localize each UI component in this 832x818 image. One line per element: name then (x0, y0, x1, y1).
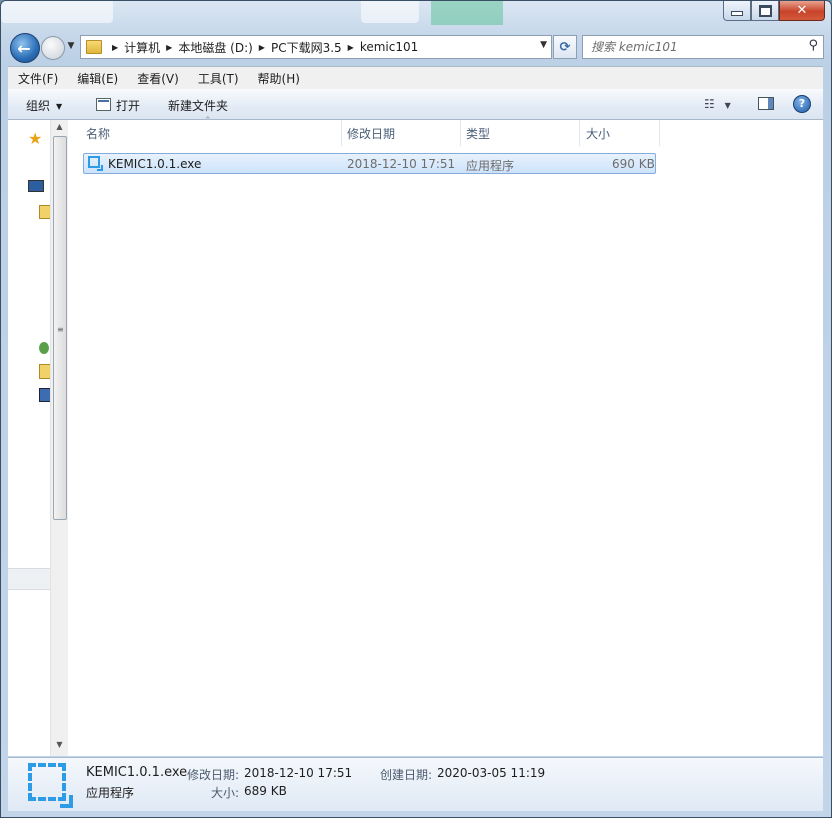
recent-locations-button[interactable]: ▼ (65, 39, 77, 53)
breadcrumb-pc-download[interactable]: PC下载网3.5 (271, 39, 342, 56)
breadcrumb-separator[interactable]: ▶ (259, 43, 265, 52)
maximize-button[interactable] (751, 1, 779, 21)
details-pane: KEMIC1.0.1.exe 应用程序 修改日期: 2018-12-10 17:… (8, 757, 823, 811)
open-button[interactable]: 打开 (96, 97, 140, 114)
file-row[interactable]: KEMIC1.0.1.exe 2018-12-10 17:51 应用程序 690… (83, 153, 656, 174)
scrollbar-thumb[interactable]: ≡ (53, 136, 67, 520)
preview-pane-icon[interactable] (758, 97, 774, 110)
breadcrumb-separator[interactable]: ▶ (348, 43, 354, 52)
open-icon (96, 98, 111, 111)
homegroup-icon[interactable] (39, 342, 49, 354)
help-icon[interactable]: ? (793, 95, 811, 113)
file-modified: 2018-12-10 17:51 (347, 157, 456, 171)
background-window-ghost (431, 1, 503, 25)
address-bar[interactable]: ▶ 计算机 ▶ 本地磁盘 (D:) ▶ PC下载网3.5 ▶ kemic101 … (80, 35, 552, 59)
details-modified-value: 2018-12-10 17:51 (244, 766, 353, 780)
exe-icon (28, 763, 73, 808)
address-dropdown-icon[interactable]: ▼ (540, 40, 547, 50)
exe-icon (88, 156, 103, 171)
search-box[interactable]: ⚲ (582, 35, 824, 59)
organize-label: 组织 (26, 99, 51, 113)
column-header-size[interactable]: 大小 (580, 120, 660, 146)
navigation-pane: ★ (8, 120, 51, 756)
search-input[interactable] (589, 36, 798, 58)
details-created-value: 2020-03-05 11:19 (437, 766, 546, 780)
scroll-up-icon[interactable]: ▲ (51, 122, 68, 136)
minimize-button[interactable] (723, 1, 751, 21)
menu-view[interactable]: 查看(V) (126, 70, 187, 87)
details-created-label: 创建日期: (380, 768, 433, 782)
back-icon: ← (17, 38, 31, 58)
search-icon[interactable]: ⚲ (808, 38, 818, 53)
file-size: 690 KB (612, 157, 655, 171)
organize-button[interactable]: 组织 ▼ (26, 97, 62, 114)
breadcrumb-computer[interactable]: 计算机 (124, 39, 160, 56)
back-button[interactable]: ← (10, 33, 40, 63)
menu-help[interactable]: 帮助(H) (247, 70, 308, 87)
views-icon[interactable]: ☷ ▼ (704, 97, 734, 111)
column-header-name[interactable]: 名称 (80, 120, 342, 146)
explorer-window: ✕ ← ▼ ▶ 计算机 ▶ 本地磁盘 (D:) ▶ PC下载网3.5 ▶ kem… (0, 0, 832, 818)
background-window-ghost (361, 1, 419, 23)
details-modified-label: 修改日期: (187, 768, 240, 782)
close-icon: ✕ (796, 3, 808, 18)
menu-edit[interactable]: 编辑(E) (66, 70, 126, 87)
refresh-icon: ⟳ (559, 39, 571, 55)
file-name: KEMIC1.0.1.exe (108, 157, 202, 171)
file-list-pane: ⌃ 名称 修改日期 类型 大小 KEMIC1.0.1.exe 2018-12-1… (68, 116, 823, 756)
details-size-value: 689 KB (244, 784, 287, 798)
file-type: 应用程序 (466, 159, 515, 173)
details-file-type: 应用程序 (86, 786, 135, 800)
menu-tools[interactable]: 工具(T) (187, 70, 247, 87)
navigation-bar: ← ▼ ▶ 计算机 ▶ 本地磁盘 (D:) ▶ PC下载网3.5 ▶ kemic… (1, 31, 831, 63)
column-header-modified[interactable]: 修改日期 (341, 120, 461, 146)
breadcrumb-separator[interactable]: ▶ (112, 43, 118, 52)
column-header-row: ⌃ 名称 修改日期 类型 大小 (68, 116, 668, 146)
grip-icon: ≡ (57, 325, 64, 334)
breadcrumb-separator[interactable]: ▶ (166, 43, 172, 52)
breadcrumb-local-disk[interactable]: 本地磁盘 (D:) (178, 39, 252, 56)
details-size-label: 大小: (211, 786, 240, 800)
maximize-icon (758, 4, 772, 17)
breadcrumb-current-folder[interactable]: kemic101 (360, 40, 418, 54)
new-folder-button[interactable]: 新建文件夹 (168, 97, 228, 114)
menu-bar: 文件(F) 编辑(E) 查看(V) 工具(T) 帮助(H) (8, 66, 823, 89)
close-button[interactable]: ✕ (779, 1, 825, 21)
title-bar[interactable]: ✕ (1, 1, 831, 27)
minimize-icon (731, 11, 743, 16)
chevron-down-icon: ▼ (56, 102, 63, 111)
details-file-name: KEMIC1.0.1.exe (86, 765, 188, 780)
open-label: 打开 (116, 99, 141, 113)
command-bar: 组织 ▼ 打开 新建文件夹 ☷ ▼ ? (8, 89, 823, 120)
column-header-type[interactable]: 类型 (460, 120, 580, 146)
chevron-down-icon: ▼ (67, 41, 75, 51)
navigation-scrollbar[interactable]: ▲ ≡ ▼ (50, 120, 68, 756)
forward-button[interactable] (41, 36, 65, 60)
caption-buttons: ✕ (723, 1, 825, 21)
scroll-down-icon[interactable]: ▼ (51, 740, 68, 754)
nav-divider (8, 568, 50, 590)
favorites-star-icon[interactable]: ★ (28, 131, 42, 147)
background-window-ghost (1, 1, 113, 23)
new-folder-label: 新建文件夹 (168, 99, 229, 113)
chevron-down-icon: ▼ (724, 101, 731, 110)
desktop-icon[interactable] (28, 180, 44, 192)
refresh-button[interactable]: ⟳ (553, 35, 577, 59)
menu-file[interactable]: 文件(F) (8, 70, 66, 87)
content-area: ★ ▲ ≡ ▼ ⌃ 名称 修改日期 类型 大小 KEMIC1.0.1.exe 2… (8, 116, 823, 756)
folder-icon (86, 40, 102, 54)
